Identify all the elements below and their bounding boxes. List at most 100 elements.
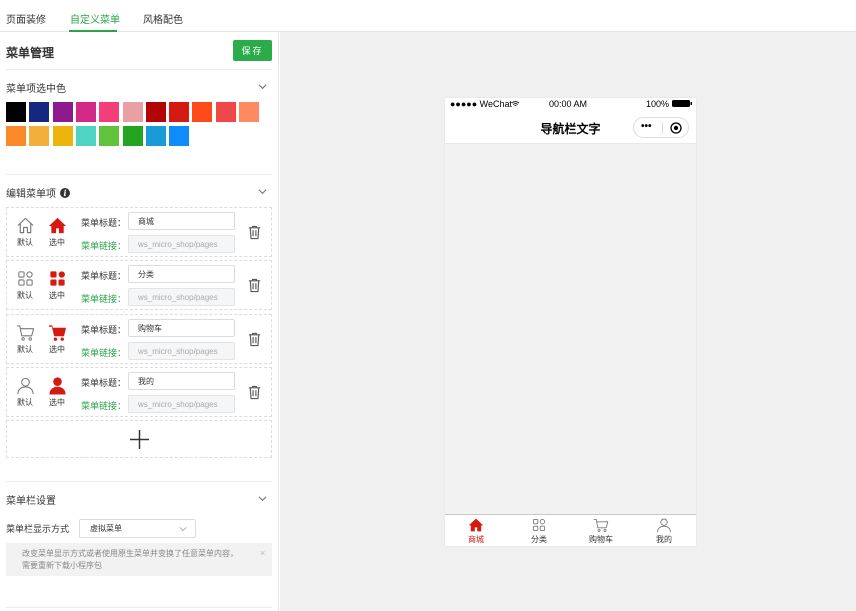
default-label: 默认 (17, 238, 33, 247)
category-filled-icon (49, 271, 65, 286)
nav-bar: 导航栏文字 ••• (445, 110, 696, 144)
title-label: 菜单标题： (81, 271, 127, 281)
default-icon-slot[interactable]: 默认 (13, 323, 37, 355)
tab-style-colors[interactable]: 风格配色 (143, 11, 183, 26)
phone-preview: ●●●●● WeChat 00:00 AM 100% 导航栏文字 ••• 商城 … (445, 98, 696, 546)
tab-page-decoration[interactable]: 页面装修 (6, 11, 46, 26)
menu-item: 默认 选中 菜单标题： 菜单链接： (6, 314, 272, 364)
selected-label: 选中 (49, 291, 65, 300)
link-label: 菜单链接： (81, 401, 127, 411)
divider (6, 481, 272, 482)
tabbar-item-cart[interactable]: 购物车 (576, 517, 626, 545)
user-outline-icon (16, 377, 34, 395)
color-swatch[interactable] (215, 102, 236, 122)
tabbar-label: 购物车 (589, 535, 613, 544)
close-icon[interactable]: × (260, 547, 265, 559)
more-dots-icon[interactable]: ••• (641, 121, 652, 132)
selected-icon-slot[interactable]: 选中 (45, 323, 69, 355)
divider (6, 607, 272, 608)
color-swatch[interactable] (169, 126, 190, 146)
menubar-section-label: 菜单栏设置 (6, 496, 56, 507)
home-filled-icon (468, 518, 484, 532)
default-icon-slot[interactable]: 默认 (13, 269, 37, 301)
top-tabs: 页面装修 自定义菜单 风格配色 (0, 0, 856, 32)
color-swatch[interactable] (122, 102, 143, 122)
close-circle-icon[interactable] (670, 122, 682, 134)
save-button[interactable]: 保存 (233, 40, 272, 61)
color-swatch[interactable] (169, 102, 190, 122)
edit-section-label: 编辑菜单项 (6, 189, 56, 200)
color-swatch[interactable] (52, 102, 73, 122)
trash-icon[interactable] (247, 331, 262, 347)
info-icon[interactable]: i (60, 187, 70, 198)
menu-title-input[interactable] (128, 212, 235, 230)
default-icon-slot[interactable]: 默认 (13, 216, 37, 248)
tabbar-label: 分类 (531, 535, 547, 544)
selected-icon-slot[interactable]: 选中 (45, 376, 69, 408)
preview-area: ●●●●● WeChat 00:00 AM 100% 导航栏文字 ••• 商城 … (280, 32, 856, 611)
notice-line: 需要重新下载小程序包 (22, 561, 102, 570)
color-swatch[interactable] (192, 102, 213, 122)
menu-link-input[interactable] (128, 288, 235, 306)
menu-title-input[interactable] (128, 372, 235, 390)
selected-label: 选中 (49, 345, 65, 354)
selected-label: 选中 (49, 238, 65, 247)
color-swatch[interactable] (75, 102, 96, 122)
default-icon-slot[interactable]: 默认 (13, 376, 37, 408)
color-swatch[interactable] (145, 102, 166, 122)
chevron-down-icon[interactable] (258, 82, 267, 91)
category-outline-icon (532, 518, 546, 532)
default-label: 默认 (17, 345, 33, 354)
selected-label: 选中 (49, 398, 65, 407)
link-label: 菜单链接： (81, 294, 127, 304)
chevron-down-icon[interactable] (258, 494, 267, 503)
trash-icon[interactable] (247, 384, 262, 400)
color-swatch[interactable] (6, 126, 26, 146)
color-swatch[interactable] (52, 126, 73, 146)
chevron-down-icon (179, 527, 187, 532)
mini-program-capsule[interactable]: ••• (633, 117, 689, 138)
display-mode-select[interactable]: 虚拟菜单 (79, 519, 196, 538)
menu-link-input[interactable] (128, 235, 235, 253)
chevron-down-icon[interactable] (258, 187, 267, 196)
tabbar-item-home[interactable]: 商城 (451, 517, 501, 545)
color-section-label: 菜单项选中色 (6, 84, 66, 95)
notice-banner: 改变菜单显示方式或者使用原生菜单并变换了任意菜单内容， 需要重新下载小程序包 × (6, 543, 272, 576)
notice-line: 改变菜单显示方式或者使用原生菜单并变换了任意菜单内容， (22, 549, 238, 558)
divider (6, 69, 272, 70)
menu-item: 默认 选中 菜单标题： 菜单链接： (6, 367, 272, 417)
selected-icon-slot[interactable]: 选中 (45, 216, 69, 248)
color-swatch[interactable] (99, 126, 120, 146)
status-time: 00:00 AM (549, 99, 588, 109)
tabbar-item-user[interactable]: 我的 (639, 517, 689, 545)
category-outline-icon (17, 271, 33, 286)
color-swatch[interactable] (122, 126, 143, 146)
edit-section-title: 编辑菜单项 i (6, 185, 70, 200)
color-swatch[interactable] (99, 102, 120, 122)
trash-icon[interactable] (247, 277, 262, 293)
divider (6, 174, 272, 175)
selected-icon-slot[interactable]: 选中 (45, 269, 69, 301)
default-label: 默认 (17, 291, 33, 300)
link-label: 菜单链接： (81, 241, 127, 251)
menu-title-input[interactable] (128, 265, 235, 283)
color-swatch[interactable] (29, 126, 50, 146)
menu-link-input[interactable] (128, 395, 235, 413)
color-swatch[interactable] (29, 102, 50, 122)
battery-icon (672, 100, 692, 107)
menu-item: 默认 选中 菜单标题： 菜单链接： (6, 207, 272, 257)
color-swatch[interactable] (6, 102, 26, 122)
cart-outline-icon (16, 325, 34, 341)
tab-custom-menu[interactable]: 自定义菜单 (70, 11, 120, 26)
user-outline-icon (657, 518, 671, 533)
cart-filled-icon (48, 325, 66, 341)
color-swatch[interactable] (145, 126, 166, 146)
add-menu-item-button[interactable] (6, 420, 272, 458)
color-swatch[interactable] (239, 102, 259, 122)
trash-icon[interactable] (247, 224, 262, 240)
color-swatch[interactable] (75, 126, 96, 146)
menu-title-input[interactable] (128, 319, 235, 337)
tabbar-item-category[interactable]: 分类 (514, 517, 564, 545)
menu-link-input[interactable] (128, 342, 235, 360)
tabbar-label: 商城 (468, 535, 484, 544)
